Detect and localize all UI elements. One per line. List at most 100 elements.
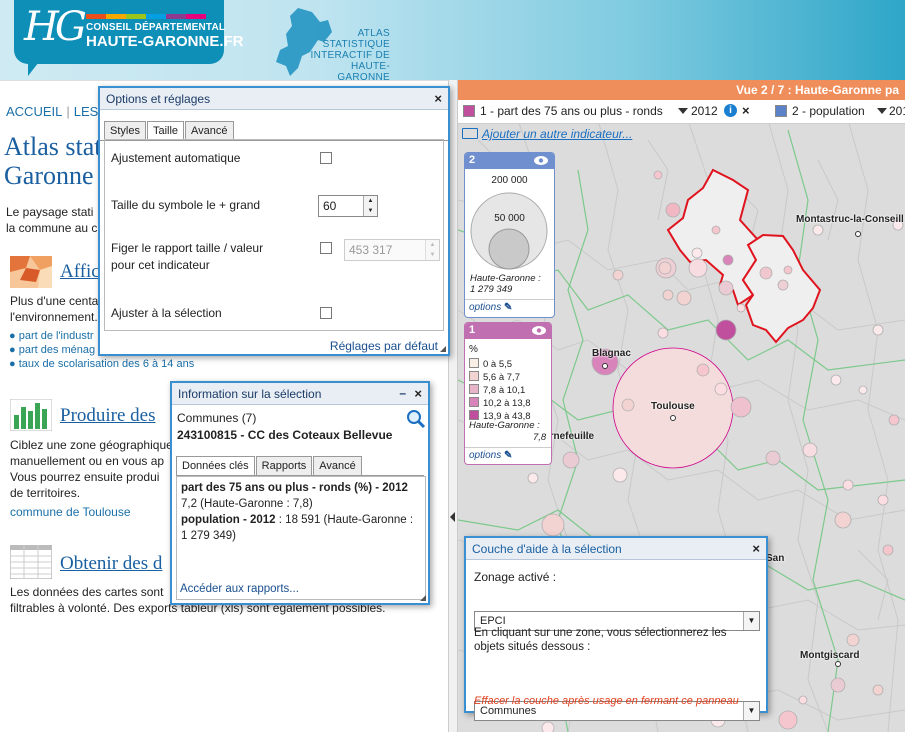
tab-styles[interactable]: Styles xyxy=(104,121,146,140)
legend2-options-button[interactable]: options ✎ xyxy=(465,299,554,315)
remove-indicator1-icon[interactable]: × xyxy=(742,103,750,118)
intro-text: Le paysage stati la commune au c xyxy=(6,204,97,236)
ind2-value: : 18 591 (Haute-Garonne : xyxy=(278,514,414,526)
section-reports-title[interactable]: Produire des xyxy=(60,405,156,427)
options-body xyxy=(104,139,444,331)
auto-adjust-checkbox[interactable] xyxy=(320,152,332,164)
tab-avance[interactable]: Avancé xyxy=(313,456,362,475)
indicator1-label[interactable]: 1 - part des 75 ans ou plus - ronds xyxy=(480,104,663,118)
collapse-arrow-icon[interactable] xyxy=(450,512,455,522)
close-icon[interactable]: × xyxy=(414,386,422,401)
adjust-selection-checkbox[interactable] xyxy=(320,307,332,319)
site-header: HG CONSEIL DÉPARTEMENTAL HAUTE-GARONNE.F… xyxy=(0,0,905,80)
nav-next-link[interactable]: LES xyxy=(74,104,99,119)
folder-open-icon xyxy=(462,128,478,139)
logo-stripe xyxy=(166,14,186,19)
section-reports-line: manuellement ou en vous ap xyxy=(10,454,165,468)
selection-count: Communes (7) xyxy=(177,411,257,425)
visibility-eye-icon[interactable] xyxy=(533,155,549,166)
legend1-swatch xyxy=(469,410,479,420)
legend1-class: 0 à 5,5 xyxy=(469,358,531,371)
logo-mark: HG xyxy=(24,4,87,50)
legend-indicator1: 1 % 0 à 5,5 5,6 à 7,7 7,8 à 10,1 10,2 à … xyxy=(464,322,552,465)
fix-ratio-input[interactable]: 453 317 ▲ ▼ xyxy=(344,239,440,261)
max-symbol-input[interactable]: 60 ▲ ▼ xyxy=(318,195,378,217)
page-title-line: Atlas stat xyxy=(4,132,102,161)
atlas-title-line: STATISTIQUE xyxy=(322,39,390,50)
indicator2-swatch xyxy=(775,105,787,117)
legend1-class: 7,8 à 10,1 xyxy=(469,384,531,397)
default-settings-link[interactable]: Réglages par défaut xyxy=(330,339,438,353)
reports-link[interactable]: Accéder aux rapports... xyxy=(180,581,299,597)
section-maps-title[interactable]: Affic xyxy=(60,261,100,283)
view-title-bar: Vue 2 / 7 : Haute-Garonne pa xyxy=(458,80,905,100)
atlas-title-line: INTERACTIF DE xyxy=(310,50,390,61)
logo-line1: CONSEIL DÉPARTEMENTAL xyxy=(86,22,226,33)
tab-rapports[interactable]: Rapports xyxy=(255,456,313,475)
place-label: Blagnac xyxy=(592,348,631,359)
section-data-title[interactable]: Obtenir des d xyxy=(60,553,162,575)
place-label: Montastruc-la-Conseill xyxy=(796,214,904,225)
chevron-down-icon: ▼ xyxy=(743,612,759,630)
legend1-total-value: 7,8 xyxy=(533,432,547,443)
indicator1-year[interactable]: 2012 xyxy=(691,104,718,118)
selection-info-title[interactable]: Information sur la sélection – × xyxy=(172,383,428,405)
close-icon[interactable]: × xyxy=(752,541,760,556)
atlas-title-line: HAUTE-GARONNE xyxy=(337,61,390,80)
indicator2-label[interactable]: 2 - population xyxy=(792,104,865,118)
zoom-magnifier-icon[interactable] xyxy=(406,409,426,429)
thematic-map-icon xyxy=(10,256,52,288)
legend1-classes: 0 à 5,5 5,6 à 7,7 7,8 à 10,1 10,2 à 13,8… xyxy=(469,358,531,423)
legend1-total: Haute-Garonne : 7,8 xyxy=(469,420,546,444)
indicator-bar: 1 - part des 75 ans ou plus - ronds 2012… xyxy=(458,100,905,124)
intro-line: Le paysage stati xyxy=(6,205,94,219)
toulouse-link[interactable]: commune de Toulouse xyxy=(10,505,131,519)
section-maps-line: l'environnement. xyxy=(10,310,98,324)
page-title-line: Garonne xyxy=(4,161,94,190)
main-nav: ACCUEIL | LES xyxy=(6,104,99,119)
clear-layer-note: Effacer la couche après usage en fermant… xyxy=(474,695,739,707)
legend1-swatch xyxy=(469,397,479,407)
place-label: San xyxy=(766,553,785,564)
spinner-arrows-icon[interactable]: ▲ ▼ xyxy=(363,196,377,216)
place-label: Montgiscard xyxy=(800,650,860,661)
visibility-eye-icon[interactable] xyxy=(531,325,547,336)
logo-stripe xyxy=(126,14,146,19)
ind1-value: 7,2 (Haute-Garonne : 7,8) xyxy=(181,498,313,510)
legend1-class: 5,6 à 7,7 xyxy=(469,371,531,384)
fix-ratio-checkbox[interactable] xyxy=(320,242,332,254)
tab-donnees-cles[interactable]: Données clés xyxy=(176,456,255,475)
adjust-selection-label: Ajuster à la sélection xyxy=(111,306,222,320)
resize-handle-icon[interactable] xyxy=(440,346,446,352)
legend1-total-label: Haute-Garonne : xyxy=(469,420,540,431)
options-panel: Options et réglages × Styles Taille Avancé… xyxy=(98,86,450,356)
intro-line: la commune au c xyxy=(6,221,98,235)
ind1-title: part des 75 ans ou plus - ronds (%) - 20… xyxy=(181,482,408,494)
indicator2-year[interactable]: 201 xyxy=(889,104,905,118)
legend1-swatch xyxy=(469,384,479,394)
add-indicator-link[interactable]: Ajouter un autre indicateur... xyxy=(462,127,632,141)
info-icon[interactable]: i xyxy=(724,104,737,117)
section-reports-line: Vous pourrez ensuite produi xyxy=(10,470,160,484)
indicator1-dropdown-icon[interactable] xyxy=(678,108,688,114)
options-tabs: Styles Taille Avancé xyxy=(100,110,448,141)
options-panel-title[interactable]: Options et réglages × xyxy=(100,88,448,110)
tab-avance[interactable]: Avancé xyxy=(185,121,234,140)
selection-helper-title[interactable]: Couche d'aide à la sélection × xyxy=(466,538,766,560)
minimize-icon[interactable]: – xyxy=(399,386,406,400)
legend-indicator2: 2 200 000 50 000 Haute-Garonne : 1 279 3… xyxy=(464,152,555,318)
table-icon xyxy=(10,545,52,579)
close-icon[interactable]: × xyxy=(434,91,442,106)
nav-home-link[interactable]: ACCUEIL xyxy=(6,104,62,119)
resize-handle-icon[interactable] xyxy=(420,595,426,601)
indicator2-dropdown-icon[interactable] xyxy=(877,108,887,114)
wrench-icon: ✎ xyxy=(504,302,513,313)
logo-tail xyxy=(28,58,42,76)
atlas-title: ATLAS STATISTIQUE INTERACTIF DE HAUTE-GA… xyxy=(300,28,390,80)
tab-taille[interactable]: Taille xyxy=(146,121,185,140)
legend1-options-button[interactable]: options ✎ xyxy=(465,447,551,463)
selection-hint-line: objets situés dessous : xyxy=(474,641,591,653)
selection-hint-line: En cliquant sur une zone, vous sélection… xyxy=(474,627,727,639)
spinner-arrows-icon: ▲ ▼ xyxy=(425,240,439,260)
indicator-link[interactable]: ● taux de scolarisation des 6 à 14 ans xyxy=(9,357,194,371)
